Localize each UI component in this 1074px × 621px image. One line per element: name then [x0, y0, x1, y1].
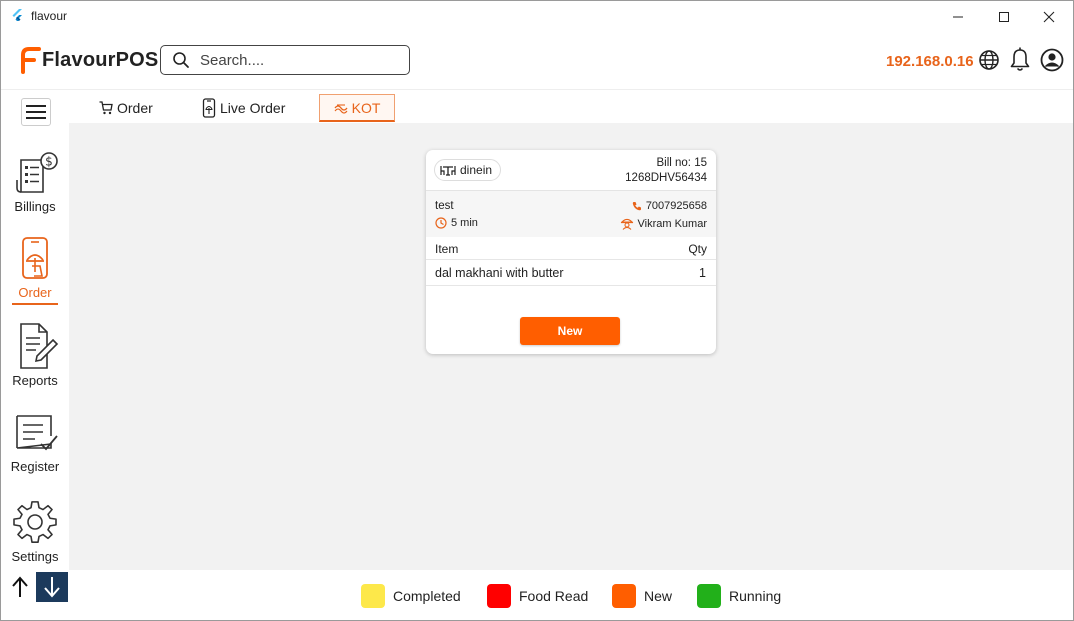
- sidebar-item-reports[interactable]: Reports: [1, 322, 69, 402]
- menu-bar: [26, 105, 46, 107]
- flavourpos-logo: FlavourPOS: [19, 46, 158, 74]
- footer-legend-bar: Completed Food Read New Running: [1, 570, 1073, 620]
- arrow-down-icon: [44, 577, 60, 598]
- legend-running: Running: [697, 584, 781, 608]
- sidebar: $ Billings Order Reports Register Settin…: [1, 90, 69, 570]
- tab-order-label: Order: [117, 100, 153, 116]
- legend-swatch-completed: [361, 584, 385, 608]
- call-icon: [632, 202, 641, 211]
- elapsed-time: 5 min: [435, 217, 478, 229]
- waiter-icon: [620, 218, 633, 230]
- column-qty: Qty: [688, 242, 707, 256]
- maximize-button[interactable]: [981, 1, 1027, 32]
- flutter-icon: [12, 9, 22, 21]
- scroll-up-button[interactable]: [5, 572, 35, 602]
- tab-bar: Order Live Order KOT: [69, 90, 1073, 123]
- tab-kot-label: KOT: [351, 99, 381, 116]
- close-icon: [1043, 11, 1055, 22]
- sidebar-item-settings[interactable]: Settings: [1, 500, 69, 580]
- tab-kot[interactable]: KOT: [319, 94, 395, 122]
- app-header: FlavourPOS 192.168.0.16: [1, 32, 1073, 90]
- order-type-label: dinein: [460, 163, 493, 177]
- register-icon: [16, 415, 58, 451]
- legend-swatch-food-ready: [487, 584, 511, 608]
- waiter-name: Vikram Kumar: [637, 217, 707, 230]
- ip-address: 192.168.0.16: [886, 53, 974, 70]
- legend-label-running: Running: [729, 588, 782, 604]
- logo-f-icon: [21, 47, 41, 74]
- item-qty: 1: [699, 266, 706, 280]
- search-box[interactable]: [160, 45, 410, 75]
- bill-code: 1268DHV56434: [625, 172, 707, 184]
- scroll-down-button[interactable]: [36, 572, 68, 602]
- item-name: dal makhani with butter: [435, 266, 564, 280]
- tab-live-order-label: Live Order: [220, 100, 286, 116]
- user-icon[interactable]: [1040, 48, 1064, 72]
- order-icon: [22, 237, 48, 279]
- legend-label-food-ready: Food Read: [519, 588, 589, 604]
- reports-icon: [20, 323, 59, 369]
- kot-card[interactable]: dinein Bill no: 15 1268DHV56434 test 5 m…: [426, 150, 716, 354]
- kot-card-header: dinein Bill no: 15 1268DHV56434: [426, 150, 716, 191]
- order-type-chip: dinein: [434, 159, 502, 181]
- menu-bar: [26, 111, 46, 113]
- status-new-button[interactable]: New: [520, 317, 620, 345]
- legend-swatch-running: [697, 584, 721, 608]
- title-bar: flavour: [1, 1, 1073, 32]
- table-icon: [440, 166, 456, 176]
- sidebar-label-settings: Settings: [11, 549, 59, 564]
- minimize-icon: [953, 16, 963, 17]
- sidebar-label-billings: Billings: [14, 199, 56, 214]
- customer-phone-label: 7007925658: [645, 200, 707, 212]
- legend-food-ready: Food Read: [487, 584, 588, 608]
- active-indicator: [12, 303, 58, 305]
- globe-icon[interactable]: [978, 49, 1000, 71]
- bell-icon[interactable]: [1009, 47, 1031, 72]
- table-row: dal makhani with butter 1: [426, 260, 716, 286]
- arrow-up-icon: [12, 576, 28, 597]
- phone-icon: [202, 98, 216, 118]
- kot-content-area: dinein Bill no: 15 1268DHV56434 test 5 m…: [69, 123, 1073, 570]
- app-window: flavour FlavourPOS 192.168.0.16: [0, 0, 1074, 621]
- cart-icon: [99, 101, 113, 115]
- bill-info: Bill no: 15 1268DHV56434: [625, 156, 707, 186]
- waiter-info: Vikram Kumar: [620, 217, 707, 230]
- items-table-header: Item Qty: [426, 237, 716, 260]
- sidebar-label-register: Register: [10, 459, 60, 474]
- maximize-icon: [999, 11, 1009, 22]
- sidebar-item-order[interactable]: Order: [1, 236, 69, 316]
- customer-name: test: [435, 200, 454, 212]
- elapsed-time-label: 5 min: [451, 217, 478, 229]
- menu-bar: [26, 117, 46, 119]
- search-icon: [173, 52, 189, 68]
- legend-completed: Completed: [361, 584, 461, 608]
- menu-button[interactable]: [21, 98, 51, 126]
- sidebar-label-order: Order: [18, 285, 52, 300]
- bill-number: Bill no: 15: [656, 157, 707, 169]
- billing-icon: $: [16, 152, 58, 193]
- tab-live-order[interactable]: Live Order: [202, 94, 285, 122]
- search-input[interactable]: [200, 51, 400, 69]
- settings-icon: [13, 501, 57, 543]
- window-title: flavour: [31, 9, 68, 23]
- customer-info: test 5 min 7007925658 Vikram Kumar: [426, 191, 716, 237]
- close-button[interactable]: [1026, 1, 1072, 32]
- legend-new: New: [612, 584, 672, 608]
- sidebar-label-reports: Reports: [12, 373, 58, 388]
- minimize-button[interactable]: [935, 1, 981, 32]
- kot-icon: [334, 103, 348, 114]
- sidebar-item-billings[interactable]: $ Billings: [1, 150, 69, 230]
- sidebar-item-register[interactable]: Register: [1, 412, 69, 492]
- clock-icon: [435, 217, 447, 229]
- tab-order[interactable]: Order: [99, 94, 153, 122]
- customer-phone: 7007925658: [632, 200, 707, 212]
- legend-swatch-new: [612, 584, 636, 608]
- svg-text:$: $: [45, 155, 53, 169]
- legend-label-completed: Completed: [393, 588, 461, 604]
- legend-label-new: New: [644, 588, 673, 604]
- column-item: Item: [435, 242, 459, 256]
- logo-text: FlavourPOS: [42, 48, 159, 71]
